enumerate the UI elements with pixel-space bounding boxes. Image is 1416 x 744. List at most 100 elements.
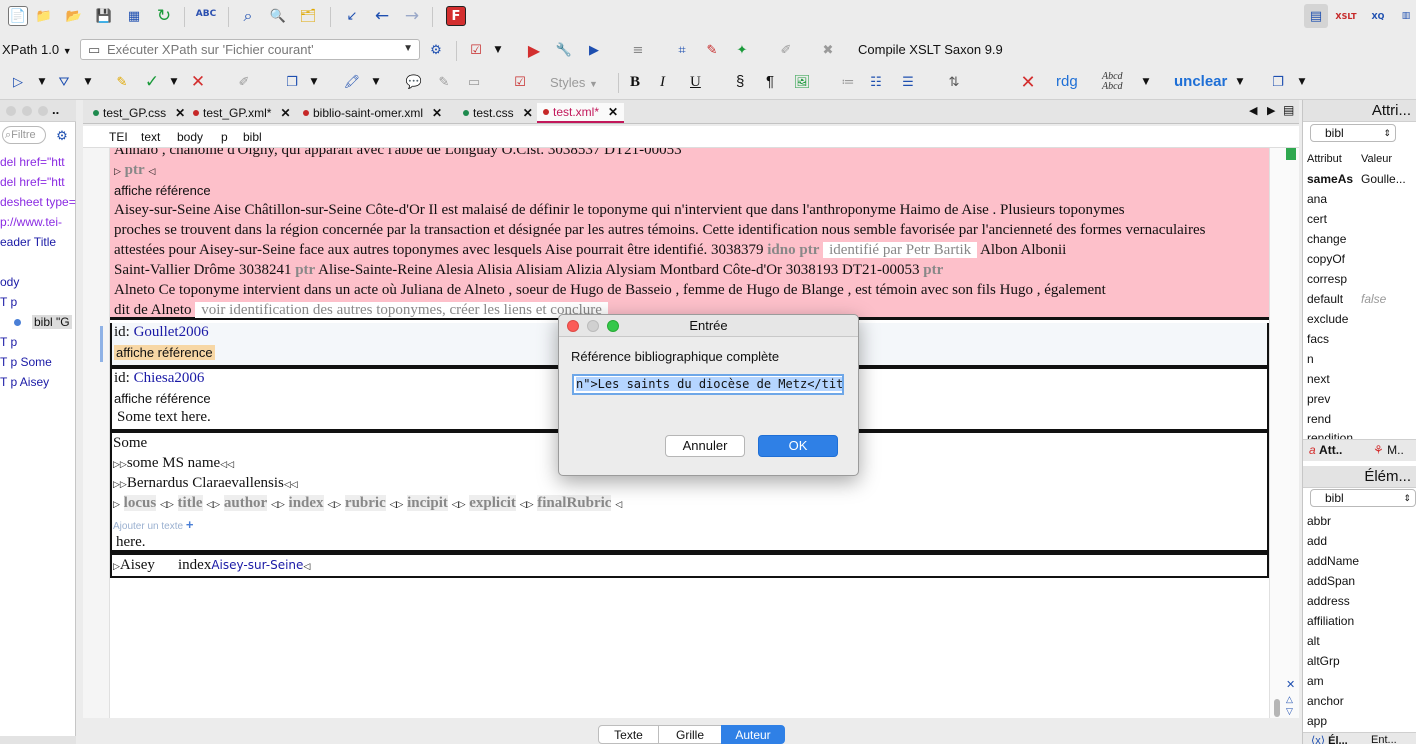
settings-gear-icon[interactable]: ⚙	[426, 40, 446, 60]
attr-name[interactable]: prev	[1307, 392, 1330, 406]
minimize-dot-icon[interactable]	[587, 320, 599, 332]
copy-dropdown-icon[interactable]: ▼	[308, 72, 320, 92]
attributes-element-select[interactable]: bibl ⇕	[1310, 124, 1396, 142]
accept-change-icon[interactable]: ✓	[142, 72, 162, 92]
pin-add-icon[interactable]: ✦	[732, 40, 752, 60]
aisey-block[interactable]: ▷Aisey indexAisey-sur-Seine◁	[110, 552, 1269, 578]
xpath-version-select[interactable]: XPath 1.0 ▼	[2, 42, 72, 57]
outline-row[interactable]: p://www.tei-	[0, 215, 62, 229]
perspective-xquery-icon[interactable]: XQ	[1366, 6, 1390, 26]
paragraph-button[interactable]: ¶	[766, 73, 774, 90]
pin-disabled-icon[interactable]: ✖	[818, 40, 838, 60]
outline-row[interactable]: del href="htt	[0, 175, 65, 189]
pin-icon[interactable]: ✎	[702, 40, 722, 60]
list-item-icon[interactable]: ≔	[838, 72, 858, 92]
close-icon[interactable]: ✕	[175, 106, 185, 120]
perspective-editor-icon[interactable]: ▤	[1304, 4, 1328, 28]
tab-prev-icon[interactable]: ◀	[1249, 104, 1257, 117]
element-item[interactable]: add	[1307, 534, 1327, 548]
back-icon[interactable]: ←	[372, 6, 392, 26]
chevron-up-icon[interactable]: △	[1286, 694, 1293, 705]
editor-scrollbar[interactable]	[1269, 148, 1299, 718]
attr-name[interactable]: n	[1307, 352, 1314, 366]
validate-icon[interactable]: ☑	[466, 40, 486, 60]
copy-icon[interactable]: ❐	[282, 72, 302, 92]
italic-button[interactable]: I	[660, 74, 665, 91]
tab-test-gp-xml[interactable]: test_GP.xml* ✕	[187, 103, 297, 123]
spellcheck-icon[interactable]: ABC	[194, 4, 218, 24]
abcd-icon[interactable]: Abcd Abcd	[1102, 72, 1123, 92]
affiche-reference-button[interactable]: affiche référence	[114, 391, 211, 406]
cancel-button[interactable]: Annuler	[665, 435, 745, 457]
field-locus[interactable]: locus	[123, 495, 157, 511]
tab-model[interactable]: ⚘ M..	[1373, 443, 1404, 457]
configure-transform-icon[interactable]: 🔧	[554, 40, 574, 60]
tab-next-icon[interactable]: ▶	[1267, 104, 1275, 117]
apply-transform-icon[interactable]: ▶	[524, 40, 544, 60]
more-icon[interactable]: ..	[52, 102, 59, 117]
element-item[interactable]: altGrp	[1307, 654, 1340, 668]
save-all-icon[interactable]: ▦	[124, 6, 144, 26]
attr-name[interactable]: next	[1307, 372, 1330, 386]
breadcrumb-item[interactable]: body	[177, 130, 203, 144]
accept-dropdown-icon[interactable]: ▼	[168, 72, 180, 92]
oxygen-f-icon[interactable]: F	[446, 6, 466, 26]
outline-row[interactable]: T p	[0, 335, 17, 349]
chevron-down-icon[interactable]: ▽	[1286, 706, 1293, 717]
close-icon[interactable]: ✕	[608, 105, 618, 119]
attr-name[interactable]: rendition	[1307, 431, 1353, 439]
tab-elements[interactable]: ⟨x⟩ Él...	[1311, 734, 1348, 744]
field-index[interactable]: index	[288, 495, 324, 511]
find-icon[interactable]: ⌕	[238, 6, 258, 26]
attr-name[interactable]: sameAs	[1307, 172, 1353, 186]
section-button[interactable]: §	[736, 73, 744, 90]
toggle-comment-icon[interactable]: ⌗	[672, 40, 692, 60]
outline-row[interactable]: eader Title	[0, 235, 56, 249]
outline-row[interactable]: T p Aisey	[0, 375, 49, 389]
reject-change-icon[interactable]: ✕	[188, 72, 208, 92]
outline-row[interactable]: ody	[0, 275, 19, 289]
save-icon[interactable]: 💾	[94, 6, 114, 26]
xpath-input[interactable]: ▭ Exécuter XPath sur 'Fichier courant' ▼	[80, 39, 420, 60]
validate-dropdown-icon[interactable]: ▼	[492, 40, 504, 60]
breadcrumb-item[interactable]: p	[221, 130, 228, 144]
chevron-down-icon[interactable]: ▼	[403, 43, 413, 54]
tab-attributes[interactable]: a Att..	[1309, 443, 1342, 457]
attr-name[interactable]: rend	[1307, 412, 1331, 426]
outline-row[interactable]: del href="htt	[0, 155, 65, 169]
element-item[interactable]: abbr	[1307, 514, 1331, 528]
tab-list-icon[interactable]: ▤	[1283, 103, 1294, 117]
unordered-list-icon[interactable]: ☰	[898, 72, 918, 92]
copy-paste-icon[interactable]: ❐	[1268, 72, 1288, 92]
element-item[interactable]: address	[1307, 594, 1350, 608]
bold-button[interactable]: B	[630, 74, 640, 91]
highlight-dropdown-icon[interactable]: ▼	[370, 72, 382, 92]
breadcrumb-item[interactable]: bibl	[243, 130, 262, 144]
attr-name[interactable]: ana	[1307, 192, 1327, 206]
tab-test-css[interactable]: test.css ✕	[457, 103, 539, 123]
field-author[interactable]: author	[223, 495, 268, 511]
tags-display-icon[interactable]: ▷	[8, 72, 28, 92]
rdg-button[interactable]: rdg	[1056, 73, 1078, 90]
outline-row[interactable]: T p	[0, 295, 17, 309]
close-icon[interactable]: ✕	[1286, 678, 1295, 691]
tab-test-gp-css[interactable]: test_GP.css ✕	[87, 103, 191, 123]
field-explicit[interactable]: explicit	[469, 495, 516, 511]
field-rubric[interactable]: rubric	[344, 495, 386, 511]
view-grid-button[interactable]: Grille	[658, 725, 722, 744]
element-item[interactable]: affiliation	[1307, 614, 1354, 628]
highlight-icon[interactable]: 🖍	[342, 72, 362, 92]
affiche-reference-button[interactable]: affiche référence	[114, 345, 215, 360]
attr-value[interactable]: false	[1361, 292, 1386, 306]
attr-name[interactable]: change	[1307, 232, 1346, 246]
outline-settings-icon[interactable]: ⚙	[52, 126, 72, 146]
format-indent-icon[interactable]: ≡	[628, 40, 648, 60]
underline-button[interactable]: U	[690, 74, 701, 91]
affiche-reference-button[interactable]: affiche référence	[114, 183, 211, 198]
perspective-xslt-icon[interactable]: XSLT	[1334, 6, 1358, 26]
element-item[interactable]: am	[1307, 674, 1324, 688]
field-finalrubric[interactable]: finalRubric	[537, 495, 612, 511]
attr-name[interactable]: copyOf	[1307, 252, 1345, 266]
forward-icon[interactable]: →	[402, 6, 422, 26]
breadcrumb-item[interactable]: TEI	[109, 130, 128, 144]
